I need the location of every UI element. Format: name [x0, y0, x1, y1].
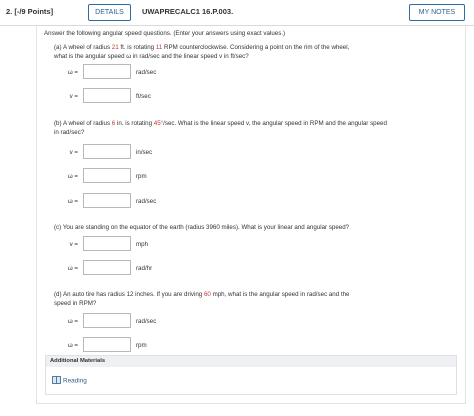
part-b-text: /sec. What is the linear speed v, the an… — [163, 120, 387, 127]
part-a-text: RPM counterclockwise. Considering a poin… — [162, 44, 350, 51]
part-d-omega-label: ω = — [67, 318, 78, 325]
part-d-text: mph, what is the angular speed in rad/se… — [210, 291, 350, 298]
part-d-text: (d) An auto tire has radius 12 inches. I… — [54, 291, 204, 298]
part-a-radius: 21 — [111, 44, 119, 51]
book-icon — [52, 376, 61, 386]
part-b-rpm-input[interactable] — [83, 168, 131, 183]
part-a-text: ft. is rotating — [118, 44, 156, 51]
part-d-prompt-line-2: speed in RPM? — [54, 300, 97, 307]
additional-materials-panel: Additional Materials Reading — [45, 355, 457, 395]
part-c-v-unit: mph — [136, 241, 149, 248]
part-d-rpm-label: ω = — [67, 342, 78, 349]
part-b-prompt: (b) A wheel of radius 6 in. is rotating … — [54, 119, 464, 128]
part-a-prompt: (a) A wheel of radius 21 ft. is rotating… — [54, 43, 464, 52]
reading-link[interactable]: Reading — [52, 376, 87, 386]
part-b-text: (b) A wheel of radius — [54, 120, 112, 127]
part-d-omega-input[interactable] — [83, 313, 131, 328]
part-b-rate: 45° — [153, 120, 164, 127]
part-b-v-input[interactable] — [83, 144, 131, 159]
part-b-omega-unit: rad/sec — [136, 198, 157, 205]
my-notes-button[interactable]: MY NOTES — [409, 4, 465, 21]
part-c-omega-unit: rad/hr — [136, 265, 153, 272]
additional-materials-heading: Additional Materials — [46, 356, 456, 367]
part-a-v-input[interactable] — [83, 88, 131, 103]
part-a-omega-input[interactable] — [83, 64, 131, 79]
part-a-prompt-line-2: what is the angular speed ω in rad/sec a… — [54, 53, 249, 60]
reading-link-label[interactable]: Reading — [63, 378, 87, 385]
part-b-v-unit: in/sec — [136, 149, 153, 156]
part-a-omega-label: ω = — [67, 69, 78, 76]
part-b-omega-input[interactable] — [83, 193, 131, 208]
part-d-speed: 60 — [203, 291, 211, 298]
part-d-omega-unit: rad/sec — [136, 318, 157, 325]
part-c-v-label: v = — [69, 241, 78, 248]
part-d-rpm-input[interactable] — [83, 337, 131, 352]
part-b-omega-label: ω = — [67, 198, 78, 205]
part-a-v-label: v = — [69, 93, 78, 100]
part-b-rpm-label: ω = — [67, 173, 78, 180]
part-a-text: (a) A wheel of radius — [54, 44, 112, 51]
part-c-v-input[interactable] — [83, 236, 131, 251]
details-button[interactable]: DETAILS — [88, 4, 131, 21]
instructions: Answer the following angular speed quest… — [44, 30, 286, 37]
part-a-v-unit: ft/sec — [136, 93, 151, 100]
part-c-omega-label: ω = — [67, 265, 78, 272]
question-code: UWAPRECALC1 16.P.003. — [142, 7, 234, 16]
part-b-rpm-unit: rpm — [136, 173, 147, 180]
part-b-text: in. is rotating — [115, 120, 154, 127]
question-points: 2. [-/9 Points] — [6, 7, 54, 16]
part-c-prompt: (c) You are standing on the equator of t… — [54, 224, 350, 231]
part-d-prompt: (d) An auto tire has radius 12 inches. I… — [54, 290, 464, 299]
part-d-rpm-unit: rpm — [136, 342, 147, 349]
part-b-prompt-line-2: in rad/sec? — [54, 129, 85, 136]
question-header: 2. [-/9 Points] DETAILS UWAPRECALC1 16.P… — [0, 0, 474, 26]
part-c-omega-input[interactable] — [83, 260, 131, 275]
part-a-omega-unit: rad/sec — [136, 69, 157, 76]
part-b-v-label: v = — [69, 149, 78, 156]
